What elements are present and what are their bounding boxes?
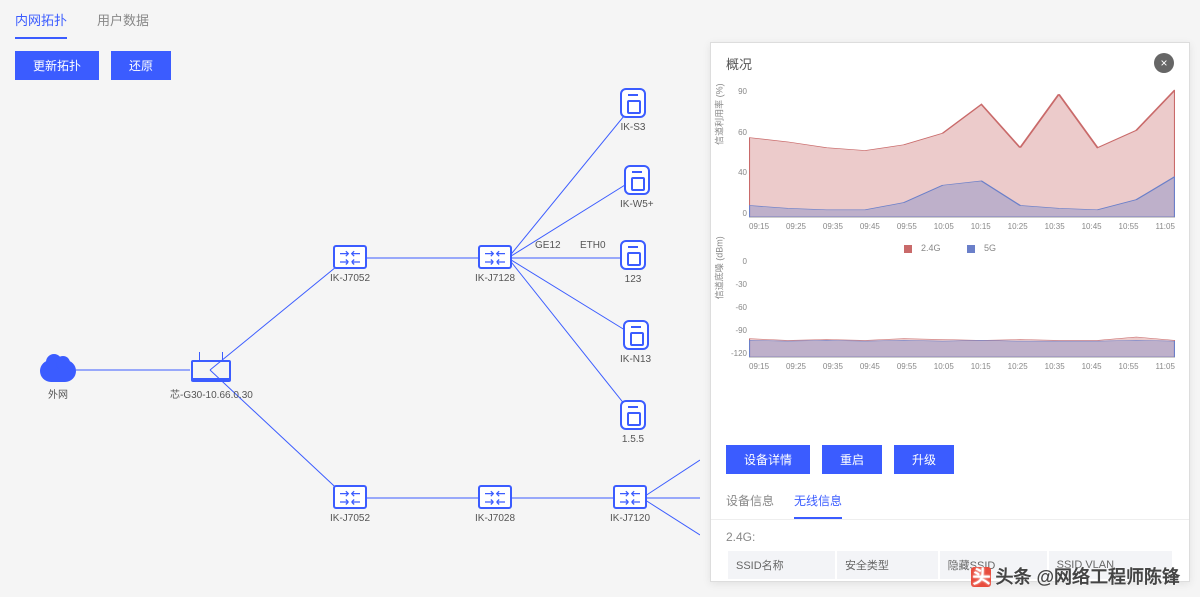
switch-icon: [333, 245, 367, 269]
channel-noise-chart: 信道底噪 (dBm) 0-30-60-90-120 09:1509:2509:3…: [721, 253, 1179, 383]
node-router[interactable]: 芯-G30-10.66.0.30: [170, 360, 253, 401]
node-label: IK-J7120: [610, 513, 650, 524]
node-label: 外网: [40, 386, 76, 401]
access-point-icon: [620, 240, 646, 270]
access-point-icon: [623, 320, 649, 350]
channel-utilization-chart: 信道利用率 (%) 9060400 09:1509:2509:3509:4509…: [721, 83, 1179, 243]
edge-label: GE12: [535, 240, 561, 251]
ssid-col: SSID VLAN: [1049, 551, 1172, 579]
edge-label: ETH0: [580, 240, 606, 251]
tab-userdata[interactable]: 用户数据: [97, 10, 149, 39]
access-point-icon: [624, 165, 650, 195]
close-icon[interactable]: ×: [1154, 53, 1174, 73]
switch-icon: [613, 485, 647, 509]
node-label: 芯-G30-10.66.0.30: [170, 386, 253, 401]
upgrade-button[interactable]: 升级: [894, 445, 954, 474]
node-label: IK-J7128: [475, 273, 515, 284]
access-point-icon: [620, 400, 646, 430]
topology-canvas[interactable]: 外网 芯-G30-10.66.0.30 IK-J7052 IK-J7128 IK-J70…: [0, 70, 700, 590]
chart-legend: 2.4G 5G: [721, 243, 1179, 253]
device-detail-button[interactable]: 设备详情: [726, 445, 810, 474]
node-ap4[interactable]: IK-N13: [620, 320, 651, 365]
panel-actions: 设备详情 重启 升级: [711, 435, 1189, 484]
node-label: IK-S3: [620, 122, 646, 133]
node-ap5[interactable]: 1.5.5: [620, 400, 646, 445]
node-sw3[interactable]: IK-J7052: [330, 485, 370, 524]
section-24g-title: 2.4G:: [711, 520, 1189, 549]
node-ap1[interactable]: IK-S3: [620, 88, 646, 133]
node-ap2[interactable]: IK-W5+: [620, 165, 654, 210]
node-label: 1.5.5: [620, 434, 646, 445]
ssid-col: 隐藏SSID: [940, 551, 1047, 579]
node-label: IK-J7028: [475, 513, 515, 524]
panel-tabs: 设备信息 无线信息: [711, 484, 1189, 520]
node-label: 123: [620, 274, 646, 285]
switch-icon: [478, 245, 512, 269]
ssid-col: SSID名称: [728, 551, 835, 579]
chart-ylabel: 信道利用率 (%): [713, 83, 726, 144]
node-label: IK-W5+: [620, 199, 654, 210]
access-point-icon: [620, 88, 646, 118]
panel-title: 概况: [726, 54, 752, 73]
tab-topology[interactable]: 内网拓扑: [15, 10, 67, 39]
node-sw5[interactable]: IK-J7120: [610, 485, 650, 524]
tab-device-info[interactable]: 设备信息: [726, 484, 774, 519]
switch-icon: [478, 485, 512, 509]
ssid-table: SSID名称安全类型隐藏SSIDSSID VLAN: [726, 549, 1174, 581]
chart-ylabel: 信道底噪 (dBm): [713, 236, 726, 299]
node-wan[interactable]: 外网: [40, 360, 76, 401]
node-sw2[interactable]: IK-J7128: [475, 245, 515, 284]
detail-panel: 概况 × 信道利用率 (%) 9060400 09:1509:2509:3509…: [710, 42, 1190, 582]
switch-icon: [333, 485, 367, 509]
tab-wireless-info[interactable]: 无线信息: [794, 484, 842, 519]
node-label: IK-N13: [620, 354, 651, 365]
node-label: IK-J7052: [330, 273, 370, 284]
router-icon: [191, 360, 231, 382]
header-tabs: 内网拓扑 用户数据: [0, 0, 1200, 39]
node-sw1[interactable]: IK-J7052: [330, 245, 370, 284]
cloud-icon: [40, 360, 76, 382]
node-label: IK-J7052: [330, 513, 370, 524]
ssid-col: 安全类型: [837, 551, 938, 579]
node-sw4[interactable]: IK-J7028: [475, 485, 515, 524]
node-ap3[interactable]: 123: [620, 240, 646, 285]
reboot-button[interactable]: 重启: [822, 445, 882, 474]
